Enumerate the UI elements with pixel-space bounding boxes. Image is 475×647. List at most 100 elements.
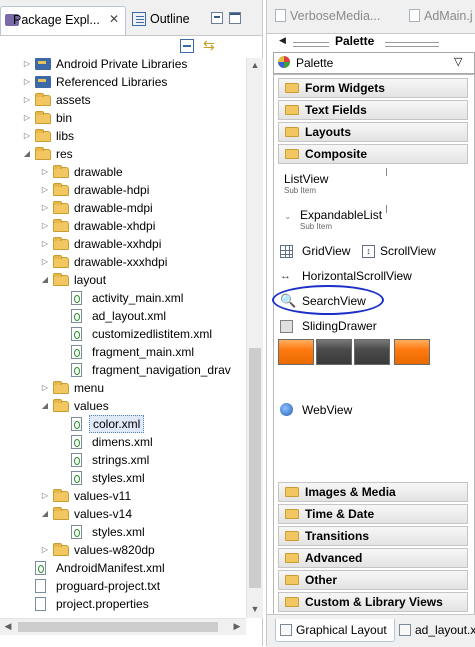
tree-item[interactable]: project.properties: [0, 595, 246, 613]
tree-item[interactable]: ◢ values: [0, 397, 246, 415]
scroll-right-icon[interactable]: ▶: [230, 621, 244, 632]
tab-graphical-layout[interactable]: Graphical Layout: [275, 619, 395, 642]
category-other[interactable]: Other: [278, 570, 468, 590]
folder-icon: [285, 83, 299, 93]
tree-item[interactable]: dimens.xml: [0, 433, 246, 451]
category-transitions[interactable]: Transitions: [278, 526, 468, 546]
tree-item[interactable]: ◢ res: [0, 145, 246, 163]
tree-item[interactable]: color.xml: [0, 415, 246, 433]
tree-item[interactable]: ▷ menu: [0, 379, 246, 397]
tree-item[interactable]: ▷ values-v11: [0, 487, 246, 505]
horizontal-scrollbar[interactable]: ◀ ▶: [0, 618, 246, 635]
tree-item[interactable]: ◢ layout: [0, 271, 246, 289]
collapsed-arrow-icon[interactable]: ▷: [40, 253, 50, 271]
collapsed-arrow-icon[interactable]: ▷: [40, 541, 50, 559]
collapse-palette-icon[interactable]: ◀: [279, 35, 286, 46]
tab-ad-layout-xml[interactable]: ad_layout.x: [395, 619, 475, 641]
tree-item[interactable]: ▷ libs: [0, 127, 246, 145]
expanded-arrow-icon[interactable]: ◢: [40, 271, 50, 289]
chevron-down-icon[interactable]: ▽: [454, 55, 462, 68]
collapsed-arrow-icon[interactable]: ▷: [22, 127, 32, 145]
category-custom-library-views[interactable]: Custom & Library Views: [278, 592, 468, 612]
collapsed-arrow-icon[interactable]: ▷: [40, 217, 50, 235]
tree-item[interactable]: ▷ Referenced Libraries: [0, 73, 246, 91]
tree-item-label: proguard-project.txt: [56, 579, 161, 593]
scrollbar-thumb[interactable]: [249, 348, 261, 588]
category-composite[interactable]: Composite: [278, 144, 468, 164]
palette-item-webview[interactable]: WebView: [302, 403, 352, 417]
tree-item-label: activity_main.xml: [92, 291, 184, 305]
maximize-icon[interactable]: [229, 12, 241, 24]
collapsed-arrow-icon[interactable]: ▷: [22, 58, 32, 73]
palette-item-gridview[interactable]: GridView: [302, 244, 350, 258]
category-form-widgets[interactable]: Form Widgets: [278, 78, 468, 98]
tree-item[interactable]: ▷ drawable-xxhdpi: [0, 235, 246, 253]
tree-item[interactable]: ▷ drawable-xhdpi: [0, 217, 246, 235]
category-text-fields[interactable]: Text Fields: [278, 100, 468, 120]
collapsed-arrow-icon[interactable]: ▷: [40, 163, 50, 181]
tree-item[interactable]: AndroidManifest.xml: [0, 559, 246, 577]
collapsed-arrow-icon[interactable]: ▷: [40, 199, 50, 217]
collapsed-arrow-icon[interactable]: ▷: [22, 109, 32, 127]
tree-item[interactable]: activity_main.xml: [0, 289, 246, 307]
collapse-all-icon[interactable]: [180, 39, 194, 53]
category-time-date[interactable]: Time & Date: [278, 504, 468, 524]
tree-item[interactable]: ▷ values-w820dp: [0, 541, 246, 559]
vertical-scrollbar[interactable]: ▲ ▼: [246, 58, 263, 618]
tree-item[interactable]: strings.xml: [0, 451, 246, 469]
collapsed-arrow-icon[interactable]: ▷: [40, 181, 50, 199]
close-icon[interactable]: ✕: [109, 12, 119, 26]
link-with-editor-icon[interactable]: ⇆: [203, 38, 217, 52]
minimize-icon[interactable]: [211, 12, 223, 24]
tab-package-explorer[interactable]: Package Expl... ✕: [0, 6, 126, 35]
tab-ad-layout-label: ad_layout.x: [415, 623, 475, 637]
collapsed-arrow-icon[interactable]: ▷: [22, 73, 32, 91]
tree-item[interactable]: fragment_main.xml: [0, 343, 246, 361]
scrollbar-thumb[interactable]: [18, 622, 218, 632]
tabhost-tile[interactable]: [354, 339, 390, 365]
collapsed-arrow-icon[interactable]: ▷: [40, 235, 50, 253]
text-file-icon: [35, 597, 46, 611]
palette-item-horizontal-scrollview[interactable]: HorizontalScrollView: [302, 269, 412, 283]
folder-icon: [53, 165, 69, 178]
palette-item-listview[interactable]: ListView: [284, 172, 328, 186]
editor-tab-admain[interactable]: AdMain.j: [409, 9, 473, 23]
palette-item-slidingdrawer[interactable]: SlidingDrawer: [302, 319, 377, 333]
tree-item[interactable]: proguard-project.txt: [0, 577, 246, 595]
tree-item[interactable]: styles.xml: [0, 469, 246, 487]
tree-item[interactable]: customizedlistitem.xml: [0, 325, 246, 343]
tree-item[interactable]: ▷ drawable-xxxhdpi: [0, 253, 246, 271]
tree-item[interactable]: ▷ drawable-hdpi: [0, 181, 246, 199]
tree-item[interactable]: ad_layout.xml: [0, 307, 246, 325]
editor-tab-verbose[interactable]: VerboseMedia...: [275, 9, 380, 23]
category-advanced[interactable]: Advanced: [278, 548, 468, 568]
tree-item[interactable]: ◢ values-v14: [0, 505, 246, 523]
scroll-left-icon[interactable]: ◀: [1, 621, 15, 632]
tree-item[interactable]: ▷ drawable-mdpi: [0, 199, 246, 217]
tabhost-tile[interactable]: [316, 339, 352, 365]
palette-item-expandable-list[interactable]: ExpandableList: [300, 208, 382, 222]
tabhost-tile[interactable]: [394, 339, 430, 365]
expanded-arrow-icon[interactable]: ◢: [40, 505, 50, 523]
category-layouts[interactable]: Layouts: [278, 122, 468, 142]
tabhost-tile[interactable]: [278, 339, 314, 365]
tree-item-label: res: [56, 147, 73, 161]
category-images-media[interactable]: Images & Media: [278, 482, 468, 502]
tree-item[interactable]: fragment_navigation_drav: [0, 361, 246, 379]
expanded-arrow-icon[interactable]: ◢: [40, 397, 50, 415]
collapsed-arrow-icon[interactable]: ▷: [40, 379, 50, 397]
collapsed-arrow-icon[interactable]: ▷: [22, 91, 32, 109]
tree-item[interactable]: ▷ drawable: [0, 163, 246, 181]
tree-item[interactable]: ▷ bin: [0, 109, 246, 127]
expanded-arrow-icon[interactable]: ◢: [22, 145, 32, 163]
tree-item[interactable]: ▷ Android Private Libraries: [0, 58, 246, 73]
scroll-down-icon[interactable]: ▼: [248, 604, 262, 614]
palette-item-scrollview[interactable]: ScrollView: [380, 244, 436, 258]
scroll-up-icon[interactable]: ▲: [248, 60, 262, 70]
collapsed-arrow-icon[interactable]: ▷: [40, 487, 50, 505]
tree-item-label: styles.xml: [92, 525, 145, 539]
tree-item[interactable]: ▷ assets: [0, 91, 246, 109]
tab-outline[interactable]: Outline: [128, 8, 220, 32]
palette-dropdown[interactable]: Palette ▽: [273, 52, 475, 74]
tree-item[interactable]: styles.xml: [0, 523, 246, 541]
